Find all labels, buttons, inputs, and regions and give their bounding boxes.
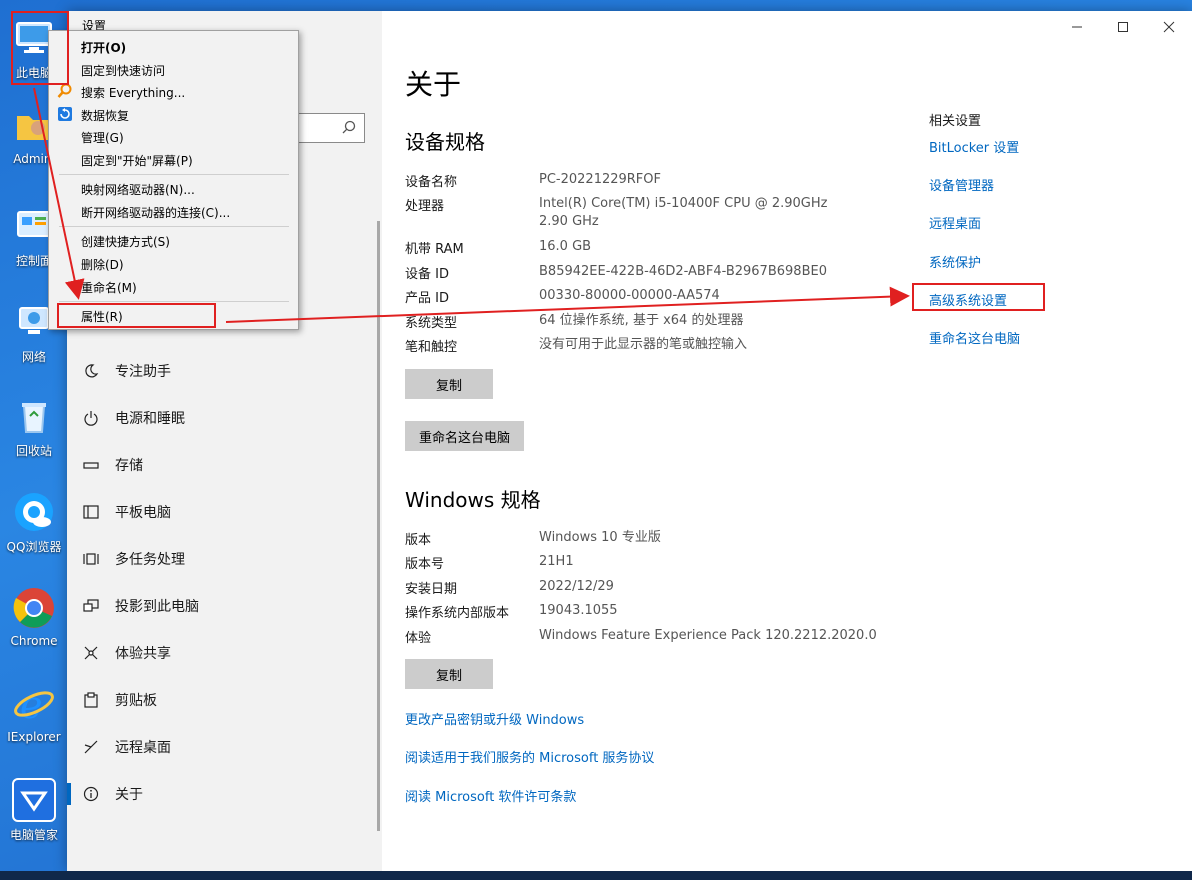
- copy-device-spec-button[interactable]: 复制: [405, 369, 493, 399]
- remote-desktop-icon: [81, 737, 101, 757]
- moon-icon: [81, 361, 101, 381]
- sidebar-scrollbar[interactable]: [377, 221, 380, 831]
- rename-pc-button[interactable]: 重命名这台电脑: [405, 421, 525, 451]
- menu-separator: [59, 226, 289, 227]
- info-icon: [81, 784, 101, 804]
- menu-item-data-recovery[interactable]: 数据恢复: [81, 107, 129, 124]
- menu-item-map-network-drive[interactable]: 映射网络驱动器(N)...: [81, 181, 195, 198]
- close-icon: [1163, 21, 1175, 33]
- nav-item-multitasking[interactable]: 多任务处理: [67, 536, 367, 582]
- everything-search-icon: [57, 83, 72, 98]
- menu-separator: [59, 174, 289, 175]
- nav-item-about[interactable]: 关于: [67, 771, 367, 817]
- ie-icon: e: [12, 682, 56, 726]
- menu-item-delete[interactable]: 删除(D): [81, 256, 124, 273]
- pc-manager-icon: [12, 778, 56, 822]
- related-link-remote-desktop[interactable]: 远程桌面: [929, 213, 981, 232]
- minimize-button[interactable]: [1054, 15, 1100, 39]
- nav-item-tablet[interactable]: 平板电脑: [67, 489, 367, 535]
- nav-item-project[interactable]: 投影到此电脑: [67, 583, 367, 629]
- desktop-icon-recycle-bin[interactable]: 回收站: [0, 390, 68, 474]
- data-recovery-icon: [58, 107, 72, 121]
- nav-item-remote-desktop[interactable]: 远程桌面: [67, 724, 367, 770]
- nav-item-shared-experiences[interactable]: 体验共享: [67, 630, 367, 676]
- menu-item-disconnect-network-drive[interactable]: 断开网络驱动器的连接(C)...: [81, 204, 230, 221]
- clipboard-icon: [81, 690, 101, 710]
- nav-item-storage[interactable]: 存储: [67, 442, 367, 488]
- annotation-box-properties: [57, 303, 216, 328]
- share-icon: [81, 643, 101, 663]
- nav-item-power-sleep[interactable]: 电源和睡眠: [67, 395, 367, 441]
- desktop-icon-ie[interactable]: e IExplorer: [0, 678, 68, 762]
- link-change-product-key[interactable]: 更改产品密钥或升级 Windows: [405, 709, 584, 728]
- related-link-rename-pc[interactable]: 重命名这台电脑: [929, 328, 1020, 347]
- windows-spec-heading: Windows 规格: [405, 488, 541, 512]
- page-title: 关于: [405, 68, 462, 101]
- maximize-icon: [1118, 22, 1128, 32]
- nav-item-focus-assist[interactable]: 专注助手: [67, 348, 367, 394]
- menu-item-search-everything[interactable]: 搜索 Everything...: [81, 84, 185, 101]
- related-link-device-manager[interactable]: 设备管理器: [929, 175, 994, 194]
- menu-item-create-shortcut[interactable]: 创建快捷方式(S): [81, 233, 170, 250]
- close-button[interactable]: [1146, 15, 1192, 39]
- about-page: 关于 设备规格 设备名称 PC-20221229RFOF 处理器 Intel(R) …: [382, 11, 1192, 871]
- nav-item-clipboard[interactable]: 剪贴板: [67, 677, 367, 723]
- search-icon: [342, 120, 356, 134]
- related-link-system-protection[interactable]: 系统保护: [929, 252, 981, 271]
- maximize-button[interactable]: [1100, 15, 1146, 39]
- link-license-terms[interactable]: 阅读 Microsoft 软件许可条款: [405, 786, 576, 805]
- qq-browser-icon: [12, 490, 56, 534]
- context-menu: 打开(O) 固定到快速访问 搜索 Everything... 数据恢复 管理(G…: [48, 30, 299, 330]
- svg-text:e: e: [20, 683, 43, 726]
- link-service-agreement[interactable]: 阅读适用于我们服务的 Microsoft 服务协议: [405, 747, 654, 766]
- chrome-icon: [12, 586, 56, 630]
- menu-item-pin-quick-access[interactable]: 固定到快速访问: [81, 62, 165, 79]
- device-spec-heading: 设备规格: [405, 130, 485, 154]
- desktop-icon-qq-browser[interactable]: QQ浏览器: [0, 486, 68, 570]
- desktop-icon-chrome[interactable]: Chrome: [0, 582, 68, 666]
- related-link-bitlocker[interactable]: BitLocker 设置: [929, 137, 1019, 156]
- desktop-icon-pc-manager[interactable]: 电脑管家: [0, 774, 68, 858]
- minimize-icon: [1072, 26, 1082, 28]
- tablet-icon: [81, 502, 101, 522]
- storage-icon: [81, 455, 101, 475]
- project-icon: [81, 596, 101, 616]
- taskbar: [0, 871, 1192, 880]
- power-icon: [81, 408, 101, 428]
- related-settings-title: 相关设置: [929, 114, 982, 129]
- menu-item-rename[interactable]: 重命名(M): [81, 279, 137, 296]
- recycle-bin-icon: [12, 394, 56, 438]
- menu-item-pin-start[interactable]: 固定到"开始"屏幕(P): [81, 152, 193, 169]
- multitask-icon: [81, 549, 101, 569]
- menu-item-manage[interactable]: 管理(G): [81, 129, 124, 146]
- menu-separator: [59, 301, 289, 302]
- copy-windows-spec-button[interactable]: 复制: [405, 659, 493, 689]
- annotation-box-advanced-settings: [912, 283, 1045, 311]
- menu-item-open[interactable]: 打开(O): [81, 39, 126, 56]
- annotation-box-this-pc: [11, 11, 69, 85]
